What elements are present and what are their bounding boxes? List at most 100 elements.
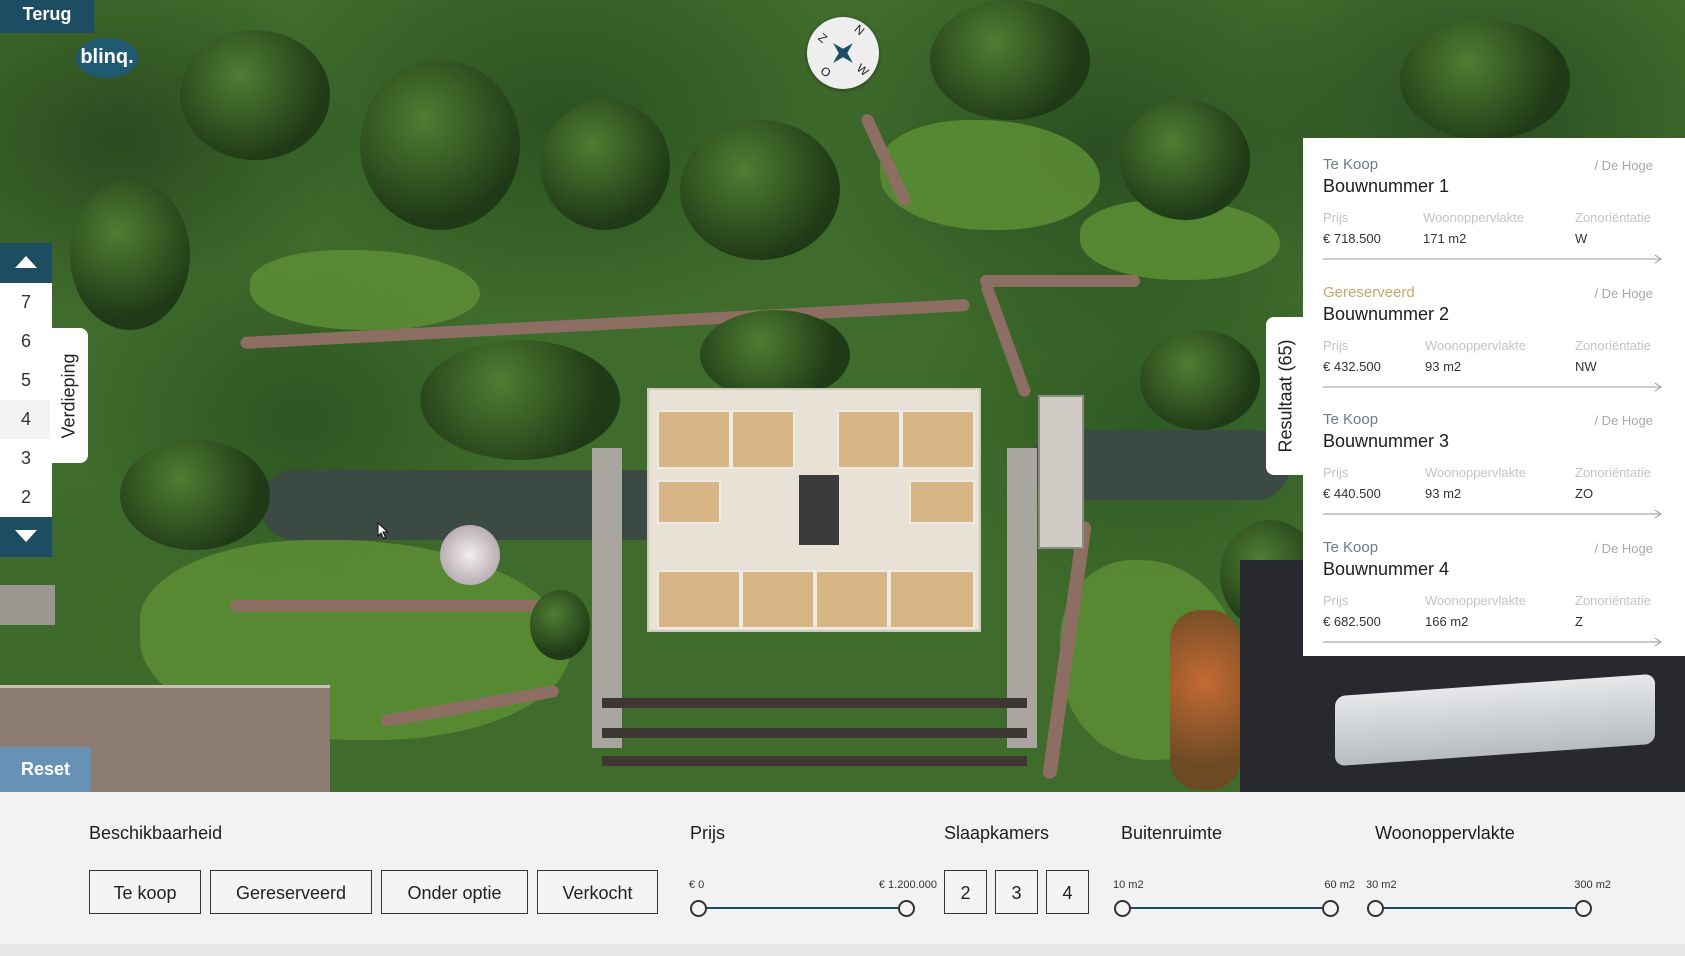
- apartment-unit[interactable]: [657, 480, 721, 524]
- arrow-right-icon: [1323, 382, 1662, 391]
- price-range-slider[interactable]: € 0 € 1.200.000: [689, 879, 937, 919]
- bedrooms-3-button[interactable]: 3: [995, 870, 1038, 914]
- project-label: / De Hoge: [1594, 540, 1653, 556]
- bedrooms-4-button[interactable]: 4: [1046, 870, 1089, 914]
- autumn-shrubs: [1170, 610, 1240, 790]
- tree: [1120, 100, 1250, 220]
- apartment-unit[interactable]: [909, 480, 975, 524]
- area-value: 93 m2: [1425, 486, 1462, 501]
- living-area-range-slider[interactable]: 30 m2 300 m2: [1366, 879, 1611, 919]
- price-label: Prijs: [1323, 337, 1349, 353]
- bedrooms-2-button[interactable]: 2: [944, 870, 987, 914]
- floor-tab[interactable]: Verdieping: [50, 328, 88, 463]
- apartment-unit[interactable]: [837, 410, 901, 469]
- floor-tab-label: Verdieping: [58, 352, 79, 439]
- orientation-value: NW: [1575, 358, 1597, 374]
- floor-item-3[interactable]: 3: [0, 439, 52, 478]
- tree: [680, 120, 840, 260]
- footpath: [979, 281, 1033, 399]
- status-label: Te Koop: [1323, 411, 1379, 428]
- apartment-unit[interactable]: [901, 410, 975, 469]
- filter-bar: Beschikbaarheid Te koop Gereserveerd Ond…: [0, 792, 1685, 956]
- floor-down-button[interactable]: [0, 517, 52, 557]
- footpath: [230, 600, 550, 612]
- blossom-tree: [440, 525, 500, 585]
- floor-item-5[interactable]: 5: [0, 361, 52, 400]
- blinq-logo: blinq.: [76, 38, 138, 78]
- compass[interactable]: N O Z W: [807, 17, 879, 89]
- floor-stripe: [602, 756, 1027, 766]
- area-value: 171 m2: [1423, 231, 1467, 246]
- floor-item-4[interactable]: 4: [0, 400, 52, 439]
- arrow-right-icon: [1323, 254, 1662, 264]
- living-area-slider-track: [1374, 907, 1582, 909]
- price-min-handle[interactable]: [690, 900, 707, 917]
- project-label: / De Hoge: [1594, 158, 1653, 173]
- apartment-unit[interactable]: [741, 570, 815, 629]
- price-heading: Prijs: [690, 823, 725, 843]
- unit-name: Bouwnummer 4: [1323, 558, 1450, 579]
- area-value: 93 m2: [1425, 358, 1462, 374]
- orientation-value: W: [1575, 231, 1588, 246]
- result-tab[interactable]: Resultaat (65): [1266, 317, 1306, 475]
- apartment-unit[interactable]: [731, 410, 795, 469]
- living-area-min-label: 30 m2: [1366, 879, 1397, 891]
- price-label: Prijs: [1323, 465, 1349, 480]
- apartment-unit[interactable]: [657, 410, 731, 469]
- filter-gereserveerd-button[interactable]: Gereserveerd: [210, 870, 372, 914]
- price-value: € 718.500: [1323, 231, 1381, 246]
- result-card[interactable]: Gereserveerd / De Hoge Bouwnummer 2 Prij…: [1303, 266, 1685, 394]
- floor-plan-cutaway[interactable]: [647, 388, 981, 632]
- floor-item-7[interactable]: 7: [0, 283, 52, 322]
- unit-name: Bouwnummer 1: [1323, 176, 1450, 196]
- outdoor-min-handle[interactable]: [1114, 900, 1131, 917]
- floor-item-6[interactable]: 6: [0, 322, 52, 361]
- reset-button[interactable]: Reset: [0, 747, 91, 792]
- result-tab-label: Resultaat (65): [1275, 339, 1296, 453]
- tree: [120, 440, 270, 550]
- outdoor-max-handle[interactable]: [1322, 900, 1339, 917]
- neighbor-building: [0, 585, 55, 625]
- orientation-value: ZO: [1575, 486, 1594, 501]
- result-card[interactable]: Te Koop / De Hoge Bouwnummer 3 Prijs Woo…: [1303, 393, 1685, 521]
- orientation-value: Z: [1575, 613, 1583, 629]
- orientation-label: Zonoriëntatie: [1575, 592, 1651, 608]
- outdoor-slider-track: [1121, 907, 1329, 909]
- bottom-strip: [0, 944, 1685, 956]
- unit-name: Bouwnummer 3: [1323, 431, 1450, 451]
- tree: [420, 340, 620, 460]
- floor-up-button[interactable]: [0, 243, 52, 283]
- arrow-right-icon: [1323, 509, 1662, 519]
- result-panel: Te Koop / De Hoge Bouwnummer 1 Prijs Woo…: [1303, 138, 1685, 656]
- unit-name: Bouwnummer 2: [1323, 303, 1450, 324]
- area-label: Woonoppervlakte: [1425, 337, 1526, 353]
- status-label: Te Koop: [1323, 538, 1379, 556]
- back-button[interactable]: Terug: [0, 0, 94, 33]
- status-label: Gereserveerd: [1323, 283, 1415, 301]
- apartment-unit[interactable]: [889, 570, 975, 629]
- floor-item-2[interactable]: 2: [0, 478, 52, 517]
- floor-selector: 7 6 5 4 3 2: [0, 243, 52, 557]
- living-area-max-label: 300 m2: [1574, 879, 1611, 891]
- stairwell-core: [799, 475, 839, 545]
- outdoor-max-label: 60 m2: [1324, 879, 1355, 891]
- price-value: € 682.500: [1323, 613, 1381, 629]
- price-max-handle[interactable]: [898, 900, 915, 917]
- apartment-unit[interactable]: [657, 570, 741, 629]
- living-area-max-handle[interactable]: [1575, 900, 1592, 917]
- tree: [180, 30, 330, 160]
- outdoor-range-slider[interactable]: 10 m2 60 m2: [1113, 879, 1355, 919]
- apartment-unit[interactable]: [815, 570, 889, 629]
- filter-verkocht-button[interactable]: Verkocht: [537, 870, 658, 914]
- compass-label-n: N: [851, 21, 868, 39]
- result-card[interactable]: Te Koop / De Hoge Bouwnummer 1 Prijs Woo…: [1303, 138, 1685, 266]
- outdoor-heading: Buitenruimte: [1121, 823, 1223, 843]
- chevron-up-icon: [15, 256, 37, 268]
- mouse-cursor-icon: [377, 522, 389, 540]
- footbridge: [1038, 395, 1084, 549]
- living-area-min-handle[interactable]: [1367, 900, 1384, 917]
- filter-te-koop-button[interactable]: Te koop: [89, 870, 201, 914]
- result-card[interactable]: Te Koop / De Hoge Bouwnummer 4 Prijs Woo…: [1303, 521, 1685, 649]
- filter-onder-optie-button[interactable]: Onder optie: [381, 870, 528, 914]
- apartment-building[interactable]: [592, 388, 1037, 770]
